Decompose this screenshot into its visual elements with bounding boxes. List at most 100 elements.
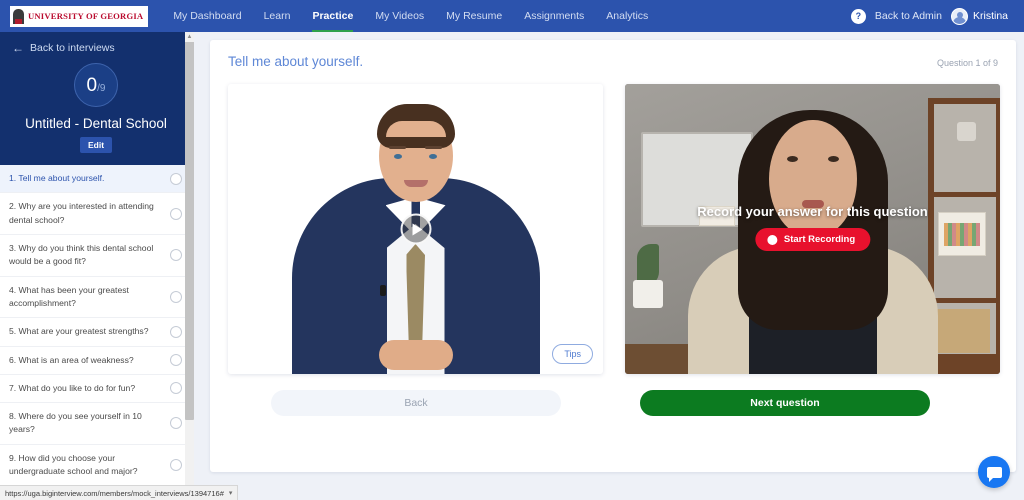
question-list-item-4[interactable]: 4. What has been your greatest accomplis… bbox=[0, 277, 192, 319]
score-total: /9 bbox=[97, 83, 106, 94]
question-list-item-7[interactable]: 7. What do you like to do for fun? bbox=[0, 375, 192, 404]
page-title: Tell me about yourself. bbox=[228, 54, 364, 69]
question-list-item-3[interactable]: 3. Why do you think this dental school w… bbox=[0, 235, 192, 277]
coach-lapel-mic bbox=[379, 285, 386, 296]
question-mark-icon[interactable]: ? bbox=[850, 8, 866, 24]
user-name-label: Kristina bbox=[972, 10, 1008, 22]
progress-score-badge: 0 /9 bbox=[74, 63, 118, 107]
navigation-buttons: Back Next question bbox=[228, 390, 998, 416]
user-avatar-icon bbox=[950, 7, 968, 25]
top-navigation-bar: UNIVERSITY OF GEORGIA My Dashboard Learn… bbox=[0, 0, 1024, 32]
webcam-person-face bbox=[768, 120, 857, 238]
question-status-circle-icon[interactable] bbox=[170, 290, 182, 303]
main-content: Tell me about yourself. Question 1 of 9 bbox=[194, 32, 1024, 500]
nav-item-practice[interactable]: Practice bbox=[301, 0, 364, 32]
question-label: 2. Why are you interested in attending d… bbox=[9, 201, 154, 225]
question-status-circle-icon[interactable] bbox=[170, 249, 182, 262]
question-list-item-2[interactable]: 2. Why are you interested in attending d… bbox=[0, 193, 192, 235]
question-list-item-1[interactable]: 1. Tell me about yourself. bbox=[0, 165, 192, 194]
nav-item-my-dashboard[interactable]: My Dashboard bbox=[162, 0, 252, 32]
interview-card: Tell me about yourself. Question 1 of 9 bbox=[210, 40, 1016, 472]
question-label: 5. What are your greatest strengths? bbox=[9, 326, 149, 337]
coach-mouth bbox=[403, 180, 428, 187]
question-list-item-8[interactable]: 8. Where do you see yourself in 10 years… bbox=[0, 403, 192, 445]
question-status-circle-icon[interactable] bbox=[170, 459, 182, 472]
record-prompt-text: Record your answer for this question bbox=[697, 204, 928, 219]
next-question-button[interactable]: Next question bbox=[640, 390, 930, 416]
score-completed: 0 bbox=[86, 75, 98, 96]
question-status-circle-icon[interactable] bbox=[170, 382, 182, 395]
question-list: 1. Tell me about yourself. 2. Why are yo… bbox=[0, 165, 192, 487]
uga-logo-text: UNIVERSITY OF GEORGIA bbox=[28, 11, 144, 21]
video-panels: Tips Record your answer for this questio… bbox=[228, 84, 1000, 374]
webcam-heart-decor bbox=[957, 122, 976, 141]
question-label: 7. What do you like to do for fun? bbox=[9, 382, 136, 393]
question-label: 4. What has been your greatest accomplis… bbox=[9, 284, 129, 308]
nav-item-analytics[interactable]: Analytics bbox=[595, 0, 659, 32]
question-list-item-9[interactable]: 9. How did you choose your undergraduate… bbox=[0, 445, 192, 487]
question-label: 8. Where do you see yourself in 10 years… bbox=[9, 411, 142, 435]
question-status-circle-icon[interactable] bbox=[170, 172, 182, 185]
question-list-item-5[interactable]: 5. What are your greatest strengths? bbox=[0, 318, 192, 347]
status-bar-url: https://uga.biginterview.com/members/moc… bbox=[5, 488, 224, 498]
card-header: Tell me about yourself. Question 1 of 9 bbox=[228, 54, 998, 69]
chat-bubble-icon[interactable] bbox=[978, 456, 1010, 488]
tips-button[interactable]: Tips bbox=[552, 344, 593, 364]
record-dot-icon bbox=[766, 234, 777, 245]
question-label: 3. Why do you think this dental school w… bbox=[9, 242, 154, 267]
app-root: UNIVERSITY OF GEORGIA My Dashboard Learn… bbox=[0, 0, 1024, 500]
nav-item-my-videos[interactable]: My Videos bbox=[364, 0, 435, 32]
question-status-circle-icon[interactable] bbox=[170, 207, 182, 220]
question-label: 6. What is an area of weakness? bbox=[9, 354, 134, 365]
question-counter: Question 1 of 9 bbox=[936, 58, 998, 68]
browser-status-bar: https://uga.biginterview.com/members/moc… bbox=[0, 485, 239, 500]
user-menu[interactable]: Kristina bbox=[950, 7, 1008, 25]
sidebar-header: ← Back to interviews 0 /9 Untitled - Den… bbox=[0, 32, 192, 165]
back-to-interviews-label: Back to interviews bbox=[30, 42, 115, 54]
coach-video-panel: Tips bbox=[228, 84, 603, 374]
nav-right-group: ? Back to Admin Kristina bbox=[850, 7, 1014, 25]
webcam-shelf-divider-top bbox=[934, 192, 996, 197]
sidebar: ← Back to interviews 0 /9 Untitled - Den… bbox=[0, 32, 192, 500]
uga-logo[interactable]: UNIVERSITY OF GEORGIA bbox=[10, 5, 149, 27]
interview-title: Untitled - Dental School bbox=[25, 116, 167, 131]
nav-item-assignments[interactable]: Assignments bbox=[513, 0, 595, 32]
nav-items: My Dashboard Learn Practice My Videos My… bbox=[162, 0, 659, 32]
back-button[interactable]: Back bbox=[271, 390, 561, 416]
start-recording-button[interactable]: Start Recording bbox=[754, 228, 871, 251]
status-bar-caret-icon: ▾ bbox=[228, 490, 233, 497]
webcam-preview[interactable]: Record your answer for this question Sta… bbox=[625, 84, 1000, 374]
sidebar-scrollbar-thumb[interactable] bbox=[185, 10, 194, 420]
question-status-circle-icon[interactable] bbox=[170, 417, 182, 430]
coach-eye-right bbox=[428, 154, 437, 159]
webcam-person-eye-left bbox=[786, 156, 798, 162]
webcam-shelf-divider-bottom bbox=[934, 298, 996, 303]
question-status-circle-icon[interactable] bbox=[170, 325, 182, 338]
webcam-person-eye-right bbox=[827, 156, 839, 162]
play-triangle-shape bbox=[412, 223, 422, 235]
question-label: 1. Tell me about yourself. bbox=[9, 173, 105, 183]
play-triangle-icon[interactable] bbox=[400, 213, 431, 245]
edit-button[interactable]: Edit bbox=[79, 137, 113, 154]
webcam-wicker-basket bbox=[934, 309, 990, 353]
scroll-up-arrow-icon[interactable]: ▲ bbox=[185, 32, 194, 42]
coach-video-player[interactable]: Tips bbox=[228, 84, 603, 374]
uga-arch-icon bbox=[13, 8, 24, 24]
start-recording-label: Start Recording bbox=[783, 234, 856, 245]
webcam-plant-pot bbox=[633, 280, 663, 308]
coach-hair bbox=[376, 104, 455, 148]
webcam-panel: Record your answer for this question Sta… bbox=[625, 84, 1000, 374]
chat-bubble-shape bbox=[986, 466, 1002, 482]
nav-item-my-resume[interactable]: My Resume bbox=[435, 0, 513, 32]
back-to-interviews-link[interactable]: ← Back to interviews bbox=[12, 42, 180, 54]
coach-hands bbox=[378, 340, 453, 370]
nav-item-learn[interactable]: Learn bbox=[253, 0, 302, 32]
question-list-item-6[interactable]: 6. What is an area of weakness? bbox=[0, 347, 192, 375]
question-status-circle-icon[interactable] bbox=[170, 354, 182, 367]
coach-brow-right bbox=[424, 146, 442, 149]
arrow-left-icon: ← bbox=[12, 41, 24, 55]
back-to-admin-link[interactable]: Back to Admin bbox=[875, 10, 942, 22]
coach-eye-left bbox=[393, 154, 402, 159]
coach-brow-left bbox=[388, 146, 406, 149]
question-label: 9. How did you choose your undergraduate… bbox=[9, 452, 138, 477]
